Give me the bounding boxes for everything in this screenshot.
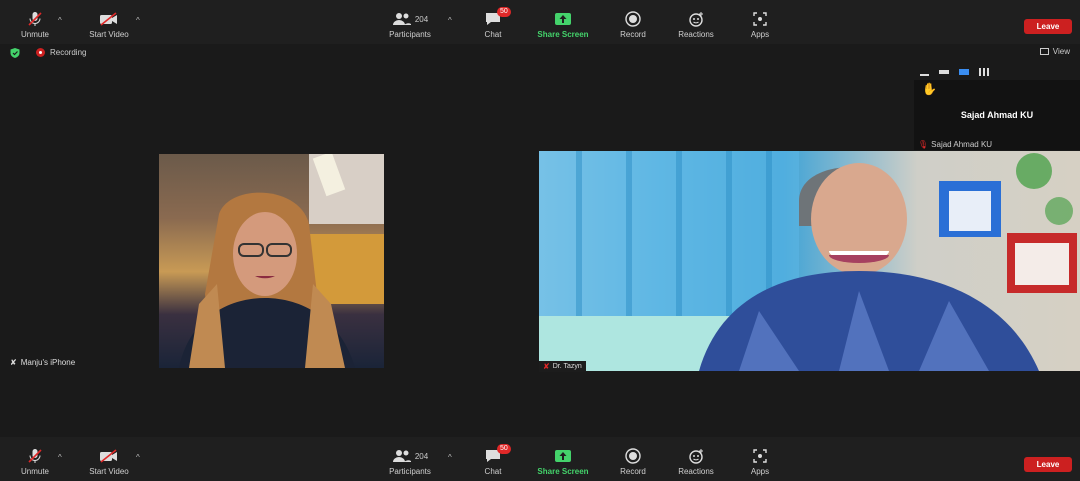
mic-off-icon: [27, 447, 43, 465]
participants-label: Participants: [389, 467, 431, 476]
participant-name: Dr. Tazyn: [552, 363, 582, 370]
status-bar: Recording View: [0, 46, 1080, 60]
participant-video-image: [179, 154, 384, 368]
mic-muted-icon: ✘: [543, 362, 550, 371]
minimize-thumbnail-icon[interactable]: [920, 74, 929, 76]
reactions-icon: [688, 10, 704, 28]
grid-thumbnail-icon[interactable]: [979, 68, 989, 76]
participant-video-image: [539, 151, 1077, 371]
thumbnail-view-controls: [914, 64, 1080, 80]
participants-label: Participants: [389, 30, 431, 39]
participants-icon: [392, 13, 411, 25]
participant-label-tazyn: ✘ Dr. Tazyn: [539, 361, 586, 372]
record-button[interactable]: Record: [601, 447, 665, 476]
apps-label: Apps: [750, 30, 770, 39]
share-screen-label: Share Screen: [537, 30, 589, 39]
recording-dot-icon: [36, 48, 45, 57]
strip-view-icon[interactable]: [939, 70, 949, 74]
speaker-strip-icon[interactable]: [959, 69, 969, 75]
participants-button[interactable]: 204 Participants: [378, 10, 442, 39]
recording-indicator[interactable]: Recording: [36, 48, 86, 57]
record-icon: [625, 10, 641, 28]
mic-muted-icon: ✘: [10, 358, 17, 367]
view-label: View: [1052, 47, 1070, 56]
meeting-window: Unmute ^ Start Video ^ 204 Participants …: [0, 0, 1080, 481]
leave-button[interactable]: Leave: [1024, 19, 1072, 34]
participants-options-caret[interactable]: ^: [448, 453, 452, 462]
participant-video-manju[interactable]: [159, 154, 384, 368]
chat-badge: 50: [497, 7, 511, 17]
record-icon: [625, 447, 641, 465]
participant-label-manju: ✘ Manju's iPhone: [10, 358, 75, 367]
view-icon: [1039, 48, 1049, 55]
top-toolbar: Unmute ^ Start Video ^ 204 Participants …: [0, 0, 1080, 44]
audio-options-caret[interactable]: ^: [58, 453, 62, 462]
apps-label: Apps: [750, 467, 770, 476]
apps-button[interactable]: Apps: [728, 447, 792, 476]
participants-options-caret[interactable]: ^: [448, 16, 452, 25]
start-video-button[interactable]: Start Video: [77, 10, 141, 39]
reactions-icon: [688, 447, 704, 465]
unmute-label: Unmute: [20, 467, 49, 476]
participants-count: 204: [414, 451, 429, 461]
leave-button[interactable]: Leave: [1024, 457, 1072, 472]
thumbnail-participant-name: Sajad Ahmad KU: [960, 110, 1034, 120]
start-video-label: Start Video: [89, 467, 129, 476]
reactions-label: Reactions: [678, 30, 714, 39]
apps-button[interactable]: Apps: [728, 10, 792, 39]
share-screen-button[interactable]: Share Screen: [531, 447, 595, 476]
participant-video-tazyn[interactable]: [539, 151, 1080, 371]
video-options-caret[interactable]: ^: [136, 16, 140, 25]
record-label: Record: [620, 30, 646, 39]
participant-name: Manju's iPhone: [20, 358, 76, 367]
video-off-icon: [99, 10, 119, 28]
raised-hand-icon: ✋: [922, 82, 937, 96]
security-shield-icon[interactable]: [10, 48, 20, 58]
audio-options-caret[interactable]: ^: [58, 16, 62, 25]
participants-icon: [392, 450, 411, 462]
reactions-label: Reactions: [678, 467, 714, 476]
view-button[interactable]: View: [1039, 47, 1070, 56]
share-screen-icon: [554, 10, 572, 28]
mic-off-icon: 🎙: [918, 140, 929, 149]
share-screen-icon: [554, 447, 572, 465]
chat-button[interactable]: 50 Chat: [461, 7, 525, 39]
participants-button[interactable]: 204 Participants: [378, 447, 442, 476]
share-screen-label: Share Screen: [537, 467, 589, 476]
mic-off-icon: [27, 10, 43, 28]
share-screen-button[interactable]: Share Screen: [531, 10, 595, 39]
reactions-button[interactable]: Reactions: [664, 447, 728, 476]
start-video-button[interactable]: Start Video: [77, 447, 141, 476]
recording-label: Recording: [50, 48, 87, 57]
bottom-toolbar: Unmute ^ Start Video ^ 204 Participants …: [0, 437, 1080, 481]
video-off-icon: [99, 447, 119, 465]
record-button[interactable]: Record: [601, 10, 665, 39]
video-options-caret[interactable]: ^: [136, 453, 140, 462]
chat-label: Chat: [484, 30, 502, 39]
apps-icon: [752, 10, 768, 28]
start-video-label: Start Video: [89, 30, 129, 39]
participants-count: 204: [414, 14, 429, 24]
thumbnail-label-text: Sajad Ahmad KU: [931, 140, 993, 149]
chat-label: Chat: [484, 467, 502, 476]
chat-badge: 50: [497, 444, 511, 454]
record-label: Record: [620, 467, 646, 476]
thumbnail-video-tile[interactable]: ✋ Sajad Ahmad KU 🎙 Sajad Ahmad KU: [914, 80, 1080, 150]
reactions-button[interactable]: Reactions: [664, 10, 728, 39]
apps-icon: [752, 447, 768, 465]
unmute-label: Unmute: [20, 30, 49, 39]
thumbnail-name-label: 🎙 Sajad Ahmad KU: [918, 140, 992, 149]
chat-button[interactable]: 50 Chat: [461, 444, 525, 476]
